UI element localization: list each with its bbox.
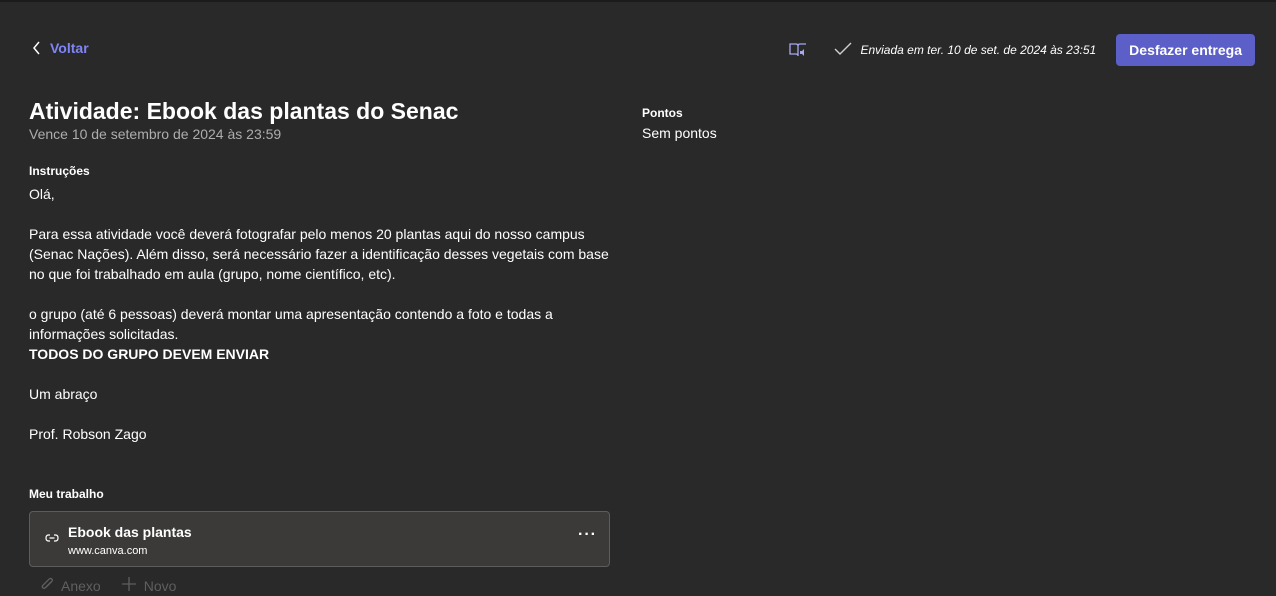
instructions-label: Instruções bbox=[29, 164, 90, 178]
chevron-left-icon bbox=[32, 41, 42, 55]
immersive-reader-icon[interactable] bbox=[788, 40, 808, 60]
plus-icon bbox=[121, 576, 137, 595]
instructions-greeting: Olá, bbox=[29, 186, 55, 202]
attach-button[interactable]: Anexo bbox=[40, 576, 101, 595]
undo-turn-in-button[interactable]: Desfazer entrega bbox=[1116, 34, 1255, 66]
attachment-card[interactable]: Ebook das plantas www.canva.com ··· bbox=[29, 511, 610, 567]
back-button[interactable]: Voltar bbox=[32, 40, 89, 56]
assignment-view: Voltar Enviada em ter. 10 de set. de 202… bbox=[0, 0, 1276, 596]
new-label: Novo bbox=[143, 577, 177, 594]
instructions-paragraph: Para essa atividade você deverá fotograf… bbox=[29, 226, 609, 282]
link-icon bbox=[45, 530, 59, 548]
paperclip-icon bbox=[40, 576, 54, 595]
instructions-closing: Um abraço bbox=[29, 386, 98, 402]
new-button[interactable]: Novo bbox=[121, 576, 177, 595]
back-label: Voltar bbox=[50, 40, 89, 56]
header-toolbar: Enviada em ter. 10 de set. de 2024 às 23… bbox=[788, 34, 1255, 66]
attachment-url: www.canva.com bbox=[68, 545, 148, 557]
attach-label: Anexo bbox=[61, 577, 101, 594]
status-text: Enviada em ter. 10 de set. de 2024 às 23… bbox=[860, 43, 1097, 57]
instructions-body: Olá, Para essa atividade você deverá fot… bbox=[29, 184, 619, 444]
due-date: Vence 10 de setembro de 2024 às 23:59 bbox=[29, 126, 282, 142]
page-title: Atividade: Ebook das plantas do Senac bbox=[29, 98, 459, 124]
attachment-title: Ebook das plantas bbox=[68, 524, 192, 540]
checkmark-icon bbox=[834, 42, 852, 59]
more-icon[interactable]: ··· bbox=[578, 526, 597, 544]
submission-status: Enviada em ter. 10 de set. de 2024 às 23… bbox=[834, 42, 1096, 59]
points-value: Sem pontos bbox=[642, 125, 717, 141]
work-actions: Anexo Novo bbox=[40, 576, 176, 595]
instructions-paragraph: o grupo (até 6 pessoas) deverá montar um… bbox=[29, 306, 553, 342]
points-label: Pontos bbox=[642, 106, 683, 120]
instructions-emphasis: TODOS DO GRUPO DEVEM ENVIAR bbox=[29, 346, 270, 362]
instructions-signature: Prof. Robson Zago bbox=[29, 426, 147, 442]
my-work-label: Meu trabalho bbox=[29, 487, 104, 501]
